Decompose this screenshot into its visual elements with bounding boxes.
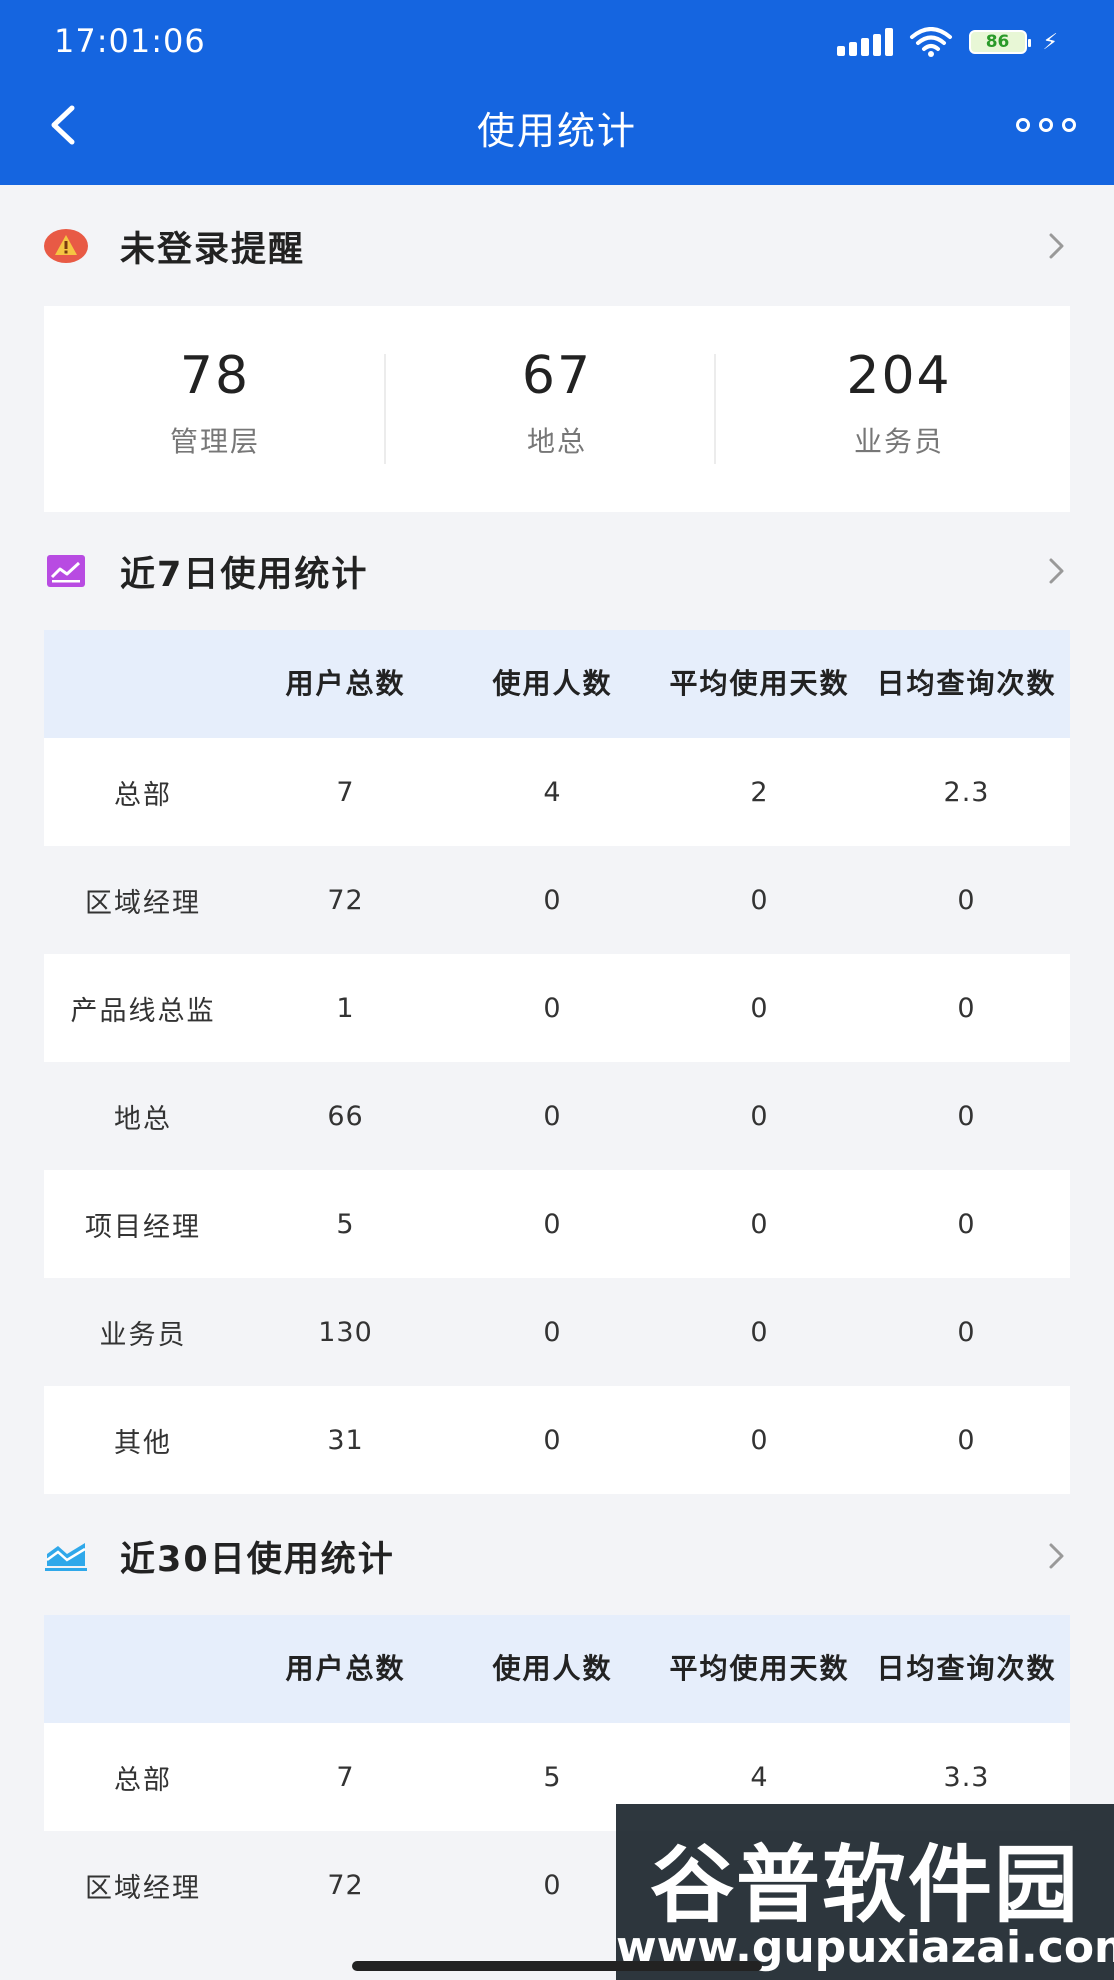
column-header-avg-days: 平均使用天数 (656, 1615, 863, 1723)
summary-value: 67 (521, 346, 593, 406)
cell-total-users: 5 (242, 1170, 449, 1278)
column-header-total-users: 用户总数 (242, 630, 449, 738)
cell-avg-days: 0 (656, 954, 863, 1062)
column-header-active-users: 使用人数 (449, 1615, 656, 1723)
chevron-right-icon (1049, 1543, 1064, 1569)
table-row: 地总 66 0 0 0 (44, 1062, 1070, 1170)
cell-total-users: 72 (242, 846, 449, 954)
cell-daily-queries: 0 (863, 954, 1070, 1062)
wifi-icon (909, 27, 952, 57)
summary-value: 204 (846, 346, 952, 406)
week-stats-table: 用户总数 使用人数 平均使用天数 日均查询次数 总部 7 4 2 2.3 区域经… (44, 630, 1070, 1494)
row-label: 区域经理 (44, 1831, 242, 1939)
cell-total-users: 66 (242, 1062, 449, 1170)
cell-active-users: 0 (449, 1062, 656, 1170)
app-header: 17:01:06 86 ⚡ 使用统计 (0, 0, 1114, 185)
cell-avg-days: 0 (656, 1062, 863, 1170)
cell-total-users: 1 (242, 954, 449, 1062)
cell-daily-queries: 2.3 (863, 738, 1070, 846)
summary-management[interactable]: 78 管理层 (44, 306, 386, 512)
section-week-header[interactable]: 近7日使用统计 (44, 541, 1070, 601)
cell-total-users: 31 (242, 1386, 449, 1494)
row-label: 区域经理 (44, 846, 242, 954)
row-label: 项目经理 (44, 1170, 242, 1278)
table-row: 其他 31 0 0 0 (44, 1386, 1070, 1494)
warning-icon (44, 226, 88, 266)
watermark: 谷普软件园 www.gupuxiazai.com (616, 1804, 1114, 1980)
cell-daily-queries: 0 (863, 846, 1070, 954)
cell-active-users: 0 (449, 1386, 656, 1494)
more-button[interactable] (1016, 110, 1076, 140)
row-label: 业务员 (44, 1278, 242, 1386)
chevron-right-icon (1049, 233, 1064, 259)
cell-avg-days: 0 (656, 1278, 863, 1386)
row-label: 总部 (44, 738, 242, 846)
summary-label: 业务员 (853, 425, 944, 458)
status-icons: 86 ⚡ (836, 26, 1058, 58)
battery-icon: 86 (968, 30, 1031, 54)
cell-avg-days: 0 (656, 846, 863, 954)
cell-total-users: 7 (242, 1723, 449, 1831)
cell-active-users: 0 (449, 1278, 656, 1386)
page-title: 使用统计 (476, 109, 637, 153)
column-header (44, 630, 242, 738)
cell-avg-days: 2 (656, 738, 863, 846)
table-row: 产品线总监 1 0 0 0 (44, 954, 1070, 1062)
section-month-header[interactable]: 近30日使用统计 (44, 1526, 1070, 1586)
cell-daily-queries: 0 (863, 1062, 1070, 1170)
row-label: 地总 (44, 1062, 242, 1170)
line-chart-icon (44, 551, 88, 591)
chevron-right-icon (1049, 558, 1064, 584)
section-reminder-title: 未登录提醒 (120, 229, 306, 270)
home-indicator[interactable] (352, 1961, 762, 1971)
table-header-row: 用户总数 使用人数 平均使用天数 日均查询次数 (44, 630, 1070, 738)
signal-icon (836, 28, 893, 56)
section-week-title: 近7日使用统计 (120, 554, 369, 595)
cell-avg-days: 0 (656, 1170, 863, 1278)
cell-daily-queries: 0 (863, 1170, 1070, 1278)
column-header-total-users: 用户总数 (242, 1615, 449, 1723)
column-header-daily-queries: 日均查询次数 (863, 630, 1070, 738)
watermark-logo: 谷普软件园 (649, 1836, 1080, 1934)
more-dot-icon (1039, 118, 1053, 132)
summary-sales[interactable]: 204 业务员 (728, 306, 1070, 512)
cell-avg-days: 0 (656, 1386, 863, 1494)
section-reminder-header[interactable]: 未登录提醒 (44, 216, 1070, 276)
column-header-active-users: 使用人数 (449, 630, 656, 738)
section-month-title: 近30日使用统计 (120, 1539, 395, 1580)
table-row: 区域经理 72 0 0 0 (44, 846, 1070, 954)
row-label: 产品线总监 (44, 954, 242, 1062)
cell-daily-queries: 0 (863, 1278, 1070, 1386)
cell-active-users: 0 (449, 846, 656, 954)
cell-active-users: 0 (449, 954, 656, 1062)
row-label: 总部 (44, 1723, 242, 1831)
column-header-avg-days: 平均使用天数 (656, 630, 863, 738)
summary-label: 地总 (526, 425, 587, 458)
table-row: 总部 7 4 2 2.3 (44, 738, 1070, 846)
more-dot-icon (1062, 118, 1076, 132)
table-row: 业务员 130 0 0 0 (44, 1278, 1070, 1386)
cell-total-users: 130 (242, 1278, 449, 1386)
cell-total-users: 72 (242, 1831, 449, 1939)
column-header (44, 1615, 242, 1723)
table-row: 项目经理 5 0 0 0 (44, 1170, 1070, 1278)
cell-total-users: 7 (242, 738, 449, 846)
reminder-summary-card: 78 管理层 67 地总 204 业务员 (44, 306, 1070, 512)
summary-regional[interactable]: 67 地总 (386, 306, 728, 512)
cell-active-users: 0 (449, 1170, 656, 1278)
summary-label: 管理层 (169, 425, 260, 458)
cell-daily-queries: 0 (863, 1386, 1070, 1494)
column-header-daily-queries: 日均查询次数 (863, 1615, 1070, 1723)
table-header-row: 用户总数 使用人数 平均使用天数 日均查询次数 (44, 1615, 1070, 1723)
status-time: 17:01:06 (54, 22, 206, 60)
divider (714, 354, 716, 464)
more-dot-icon (1016, 118, 1030, 132)
charging-icon: ⚡ (1042, 29, 1058, 55)
area-chart-icon (44, 1536, 88, 1576)
cell-active-users: 4 (449, 738, 656, 846)
row-label: 其他 (44, 1386, 242, 1494)
summary-value: 78 (179, 346, 251, 406)
